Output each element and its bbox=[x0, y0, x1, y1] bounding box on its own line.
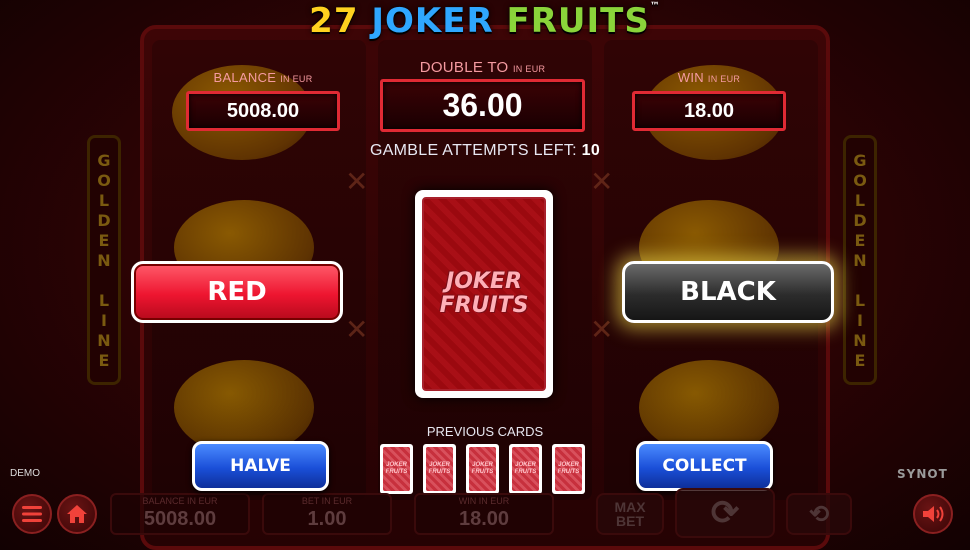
x-marker-icon: ✕ bbox=[345, 165, 369, 198]
home-icon bbox=[67, 505, 87, 523]
golden-line-letter: G bbox=[97, 150, 111, 170]
card-back-pattern: JOKER FRUITS bbox=[422, 197, 546, 391]
halve-button[interactable]: HALVE bbox=[192, 441, 329, 491]
menu-button[interactable] bbox=[12, 494, 52, 534]
golden-line-letter: N bbox=[97, 330, 111, 350]
demo-label: DEMO bbox=[10, 468, 40, 479]
golden-line-right: GOLDEN LINE bbox=[843, 135, 877, 385]
golden-line-letter: L bbox=[98, 190, 110, 210]
double-to-value: 36.00 bbox=[380, 79, 585, 132]
double-to-label: DOUBLE TO IN EUR bbox=[419, 59, 546, 76]
golden-line-letter: O bbox=[97, 170, 111, 190]
golden-line-letter: L bbox=[854, 190, 866, 210]
max-bet-button[interactable]: MAX BET bbox=[596, 493, 664, 535]
bottom-bet-panel: BET IN EUR 1.00 bbox=[262, 493, 392, 535]
golden-line-left: GOLDEN LINE bbox=[87, 135, 121, 385]
gamble-attempts: GAMBLE ATTEMPTS LEFT: 10 bbox=[369, 142, 601, 159]
sound-button[interactable] bbox=[913, 494, 953, 534]
previous-card: JOKER FRUITS bbox=[380, 444, 413, 494]
golden-line-letter bbox=[857, 272, 863, 289]
balance-value: 5008.00 bbox=[186, 91, 340, 131]
golden-line-letter bbox=[101, 272, 107, 289]
spin-button[interactable]: ⟳ bbox=[675, 488, 775, 538]
previous-card: JOKER FRUITS bbox=[552, 444, 585, 494]
previous-card: JOKER FRUITS bbox=[423, 444, 456, 494]
game-logo: 27 JOKER FRUITS™ bbox=[0, 1, 970, 41]
previous-card: JOKER FRUITS bbox=[466, 444, 499, 494]
logo-word-fruits: FRUITS bbox=[506, 1, 650, 41]
golden-line-letter: D bbox=[853, 210, 867, 230]
golden-line-letter: N bbox=[853, 330, 867, 350]
previous-card: JOKER FRUITS bbox=[509, 444, 542, 494]
logo-word-joker: JOKER bbox=[371, 1, 494, 41]
golden-line-letter: L bbox=[854, 290, 866, 310]
x-marker-icon: ✕ bbox=[345, 313, 369, 346]
x-marker-icon: ✕ bbox=[590, 165, 614, 198]
golden-line-letter: N bbox=[853, 250, 867, 270]
golden-line-letter: E bbox=[98, 230, 110, 250]
win-value: 18.00 bbox=[632, 91, 786, 131]
trademark: ™ bbox=[649, 1, 661, 12]
black-button[interactable]: BLACK bbox=[622, 261, 834, 323]
gamble-attempts-count: 10 bbox=[581, 142, 601, 159]
golden-line-letter: G bbox=[853, 150, 867, 170]
card-logo-line1: JOKER bbox=[446, 269, 522, 294]
golden-line-letter: O bbox=[853, 170, 867, 190]
golden-line-letter: L bbox=[98, 290, 110, 310]
golden-line-letter: D bbox=[97, 210, 111, 230]
bottom-win-panel: WIN IN EUR 18.00 bbox=[414, 493, 554, 535]
golden-line-letter: N bbox=[97, 250, 111, 270]
autoplay-icon: ⟲ bbox=[808, 500, 830, 528]
golden-line-letter: E bbox=[98, 350, 110, 370]
spin-icon: ⟳ bbox=[710, 494, 740, 532]
logo-number: 27 bbox=[309, 1, 359, 41]
home-button[interactable] bbox=[57, 494, 97, 534]
menu-icon bbox=[22, 506, 42, 522]
previous-cards-label: PREVIOUS CARDS bbox=[426, 424, 544, 439]
provider-logo: SYNOT bbox=[897, 467, 948, 481]
autoplay-button[interactable]: ⟲ bbox=[786, 493, 852, 535]
game-stage: GOLDEN LINE GOLDEN LINE ✕ ✕ ✕ ✕ 27 JOKER… bbox=[0, 0, 970, 550]
card-logo-line2: FRUITS bbox=[439, 293, 529, 318]
win-label: WIN IN EUR bbox=[677, 70, 741, 85]
x-marker-icon: ✕ bbox=[590, 313, 614, 346]
sound-icon bbox=[923, 506, 944, 522]
bottom-balance-panel: BALANCE IN EUR 5008.00 bbox=[110, 493, 250, 535]
red-button[interactable]: RED bbox=[131, 261, 343, 323]
golden-line-letter: E bbox=[854, 350, 866, 370]
golden-line-letter: I bbox=[101, 310, 107, 330]
golden-line-letter: E bbox=[854, 230, 866, 250]
balance-label: BALANCE IN EUR bbox=[213, 70, 313, 85]
collect-button[interactable]: COLLECT bbox=[636, 441, 773, 491]
gamble-card: JOKER FRUITS bbox=[415, 190, 553, 398]
golden-line-letter: I bbox=[857, 310, 863, 330]
